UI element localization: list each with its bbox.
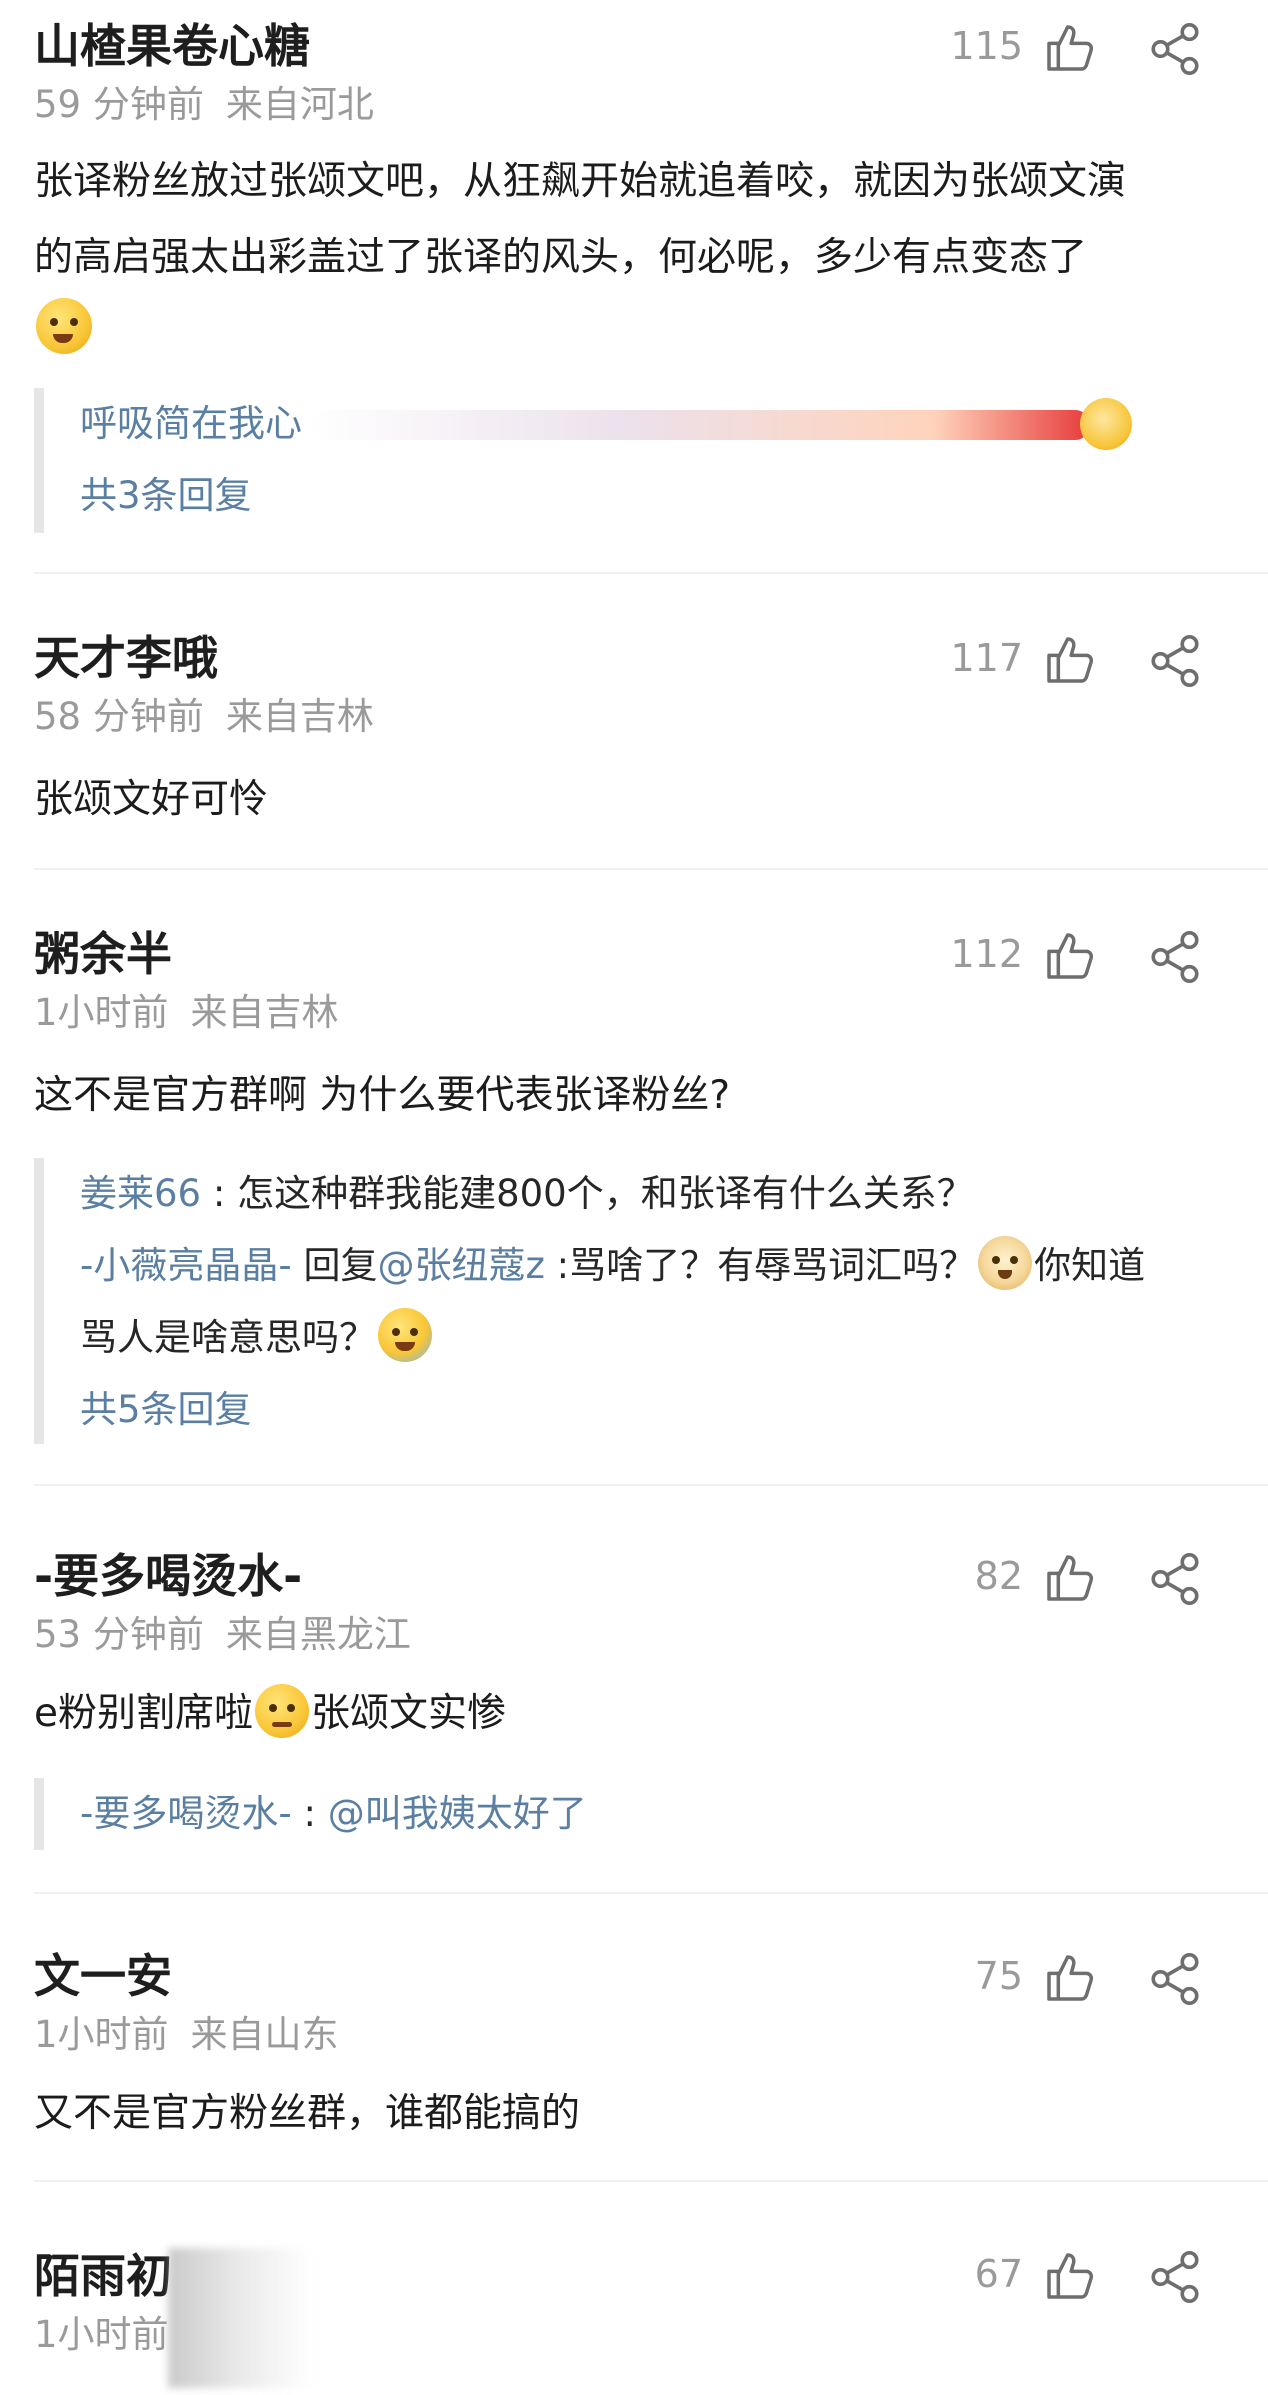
laugh-cry-emoji [34, 296, 1214, 366]
comment-time: 1小时前 [34, 2013, 169, 2056]
comment-meta: 1小时前 [34, 2304, 169, 2358]
comment-username[interactable]: -要多喝烫水- [34, 1540, 302, 1606]
comment-meta: 1小时前 来自吉林 [34, 982, 339, 1036]
comment-content: 又不是官方粉丝群，谁都能搞的 [34, 2091, 581, 2136]
thumbs-up-outline-icon[interactable] [1042, 2248, 1098, 2304]
divider [34, 868, 1268, 870]
reply-text: 怎这种群我能建800个，和张译有什么关系？ [237, 1172, 974, 1215]
reply-text: 你知道 [1034, 1244, 1146, 1287]
reply-mention[interactable]: @叫我姨太好了 [328, 1792, 587, 1835]
reply-mention[interactable]: @张纽蔻z [377, 1244, 544, 1287]
comment-meta: 59 分钟前 来自河北 [34, 74, 374, 128]
reply-line: 呼吸简在我心 [80, 388, 1224, 460]
divider [34, 1484, 1268, 1486]
reply-username[interactable]: 呼吸简在我心 [80, 402, 302, 445]
divider [34, 1892, 1268, 1894]
like-count: 82 [974, 1554, 1023, 1598]
comment-meta: 58 分钟前 来自吉林 [34, 686, 374, 740]
comment-time: 59 分钟前 [34, 83, 204, 126]
comment-text: 张颂文实惨 [311, 1691, 507, 1736]
share-nodes-icon[interactable] [1146, 1550, 1204, 1608]
comment-location: 来自河北 [225, 83, 374, 126]
crying-emoji-icon [378, 1308, 432, 1362]
reply-box[interactable]: 呼吸简在我心 共3条回复 [34, 388, 1224, 533]
share-nodes-icon[interactable] [1146, 2248, 1204, 2306]
comment-item: 陌雨初 1小时前 67 [0, 2228, 1268, 2395]
comment-username[interactable]: 文一安 [34, 1940, 172, 2006]
divider [34, 572, 1268, 574]
comment-content: e粉别割席啦 张颂文实惨 [34, 1676, 1214, 1752]
like-count: 67 [974, 2252, 1023, 2296]
reply-username[interactable]: -小薇亮晶晶- [80, 1244, 292, 1287]
thumbs-up-outline-icon[interactable] [1042, 632, 1098, 688]
comment-time: 1小时前 [34, 2313, 169, 2356]
thinking-emoji-icon [255, 1684, 309, 1738]
laugh-cry-emoji-icon [36, 298, 92, 354]
divider [34, 2180, 1268, 2182]
reply-box[interactable]: -要多喝烫水- : @叫我姨太好了 [34, 1778, 1224, 1850]
emoji-ball-icon [1080, 398, 1132, 450]
thumbs-up-outline-icon[interactable] [1042, 20, 1098, 76]
reply-text: 骂人是啥意思吗？ [80, 1316, 376, 1359]
reply-separator: : [291, 1792, 328, 1835]
like-count: 115 [950, 24, 1023, 68]
comment-location: 来自吉林 [225, 695, 374, 738]
comment-content: 张译粉丝放过张颂文吧，从狂飙开始就追着咬，就因为张颂文演 的高启强太出彩盖过了张… [34, 144, 1214, 366]
comment-content: 张颂文好可怜 [34, 777, 269, 822]
obscured-area [168, 2248, 408, 2388]
comment-time: 1小时前 [34, 991, 169, 1034]
reply-line: 骂人是啥意思吗？ [80, 1302, 1224, 1374]
share-nodes-icon[interactable] [1146, 1950, 1204, 2008]
reply-line: -小薇亮晶晶- 回复@张纽蔻z :骂啥了？有辱骂词汇吗？ 你知道 [80, 1230, 1224, 1302]
share-nodes-icon[interactable] [1146, 632, 1204, 690]
doge-emoji-icon [978, 1236, 1033, 1290]
comment-username[interactable]: 山楂果卷心糖 [34, 10, 310, 76]
thumbs-up-outline-icon[interactable] [1042, 1550, 1098, 1606]
comment-location: 来自黑龙江 [225, 1613, 411, 1656]
comment-username[interactable]: 粥余半 [34, 918, 172, 984]
like-count: 75 [974, 1954, 1023, 1998]
reply-separator: : [201, 1172, 238, 1215]
comment-text: e粉别割席啦 [34, 1691, 253, 1736]
share-nodes-icon[interactable] [1146, 928, 1204, 986]
comment-username[interactable]: 陌雨初 [34, 2240, 172, 2306]
like-count: 112 [950, 932, 1023, 976]
comment-content: 这不是官方群啊 为什么要代表张译粉丝? [34, 1073, 731, 1118]
reply-username[interactable]: -要多喝烫水- [80, 1792, 292, 1835]
reply-word: 回复 [291, 1244, 378, 1287]
share-nodes-icon[interactable] [1146, 20, 1204, 78]
reply-total-link[interactable]: 共5条回复 [80, 1374, 1224, 1446]
comment-time: 58 分钟前 [34, 695, 204, 738]
like-count: 117 [950, 636, 1023, 680]
comment-location: 来自山东 [190, 2013, 339, 2056]
reply-text: :骂啥了？有辱骂词汇吗？ [544, 1244, 977, 1287]
comment-location: 来自吉林 [190, 991, 339, 1034]
comment-meta: 53 分钟前 来自黑龙江 [34, 1604, 411, 1658]
comment-text-line: 的高启强太出彩盖过了张译的风头，何必呢，多少有点变态了 [34, 235, 1088, 280]
thumbs-up-outline-icon[interactable] [1042, 928, 1098, 984]
reply-box[interactable]: 姜莱66 : 怎这种群我能建800个，和张译有什么关系？ -小薇亮晶晶- 回复@… [34, 1158, 1224, 1444]
comment-text-line: 张译粉丝放过张颂文吧，从狂飙开始就追着咬，就因为张颂文演 [34, 159, 1127, 204]
thumbs-up-outline-icon[interactable] [1042, 1950, 1098, 2006]
streak-effect [310, 410, 1090, 440]
comment-time: 53 分钟前 [34, 1613, 204, 1656]
reply-username[interactable]: 姜莱66 [80, 1172, 201, 1215]
reply-total-link[interactable]: 共3条回复 [80, 460, 1224, 532]
comment-username[interactable]: 天才李哦 [34, 622, 218, 688]
comment-meta: 1小时前 来自山东 [34, 2004, 339, 2058]
reply-line: 姜莱66 : 怎这种群我能建800个，和张译有什么关系？ [80, 1158, 1224, 1230]
reply-line: -要多喝烫水- : @叫我姨太好了 [80, 1778, 1224, 1850]
